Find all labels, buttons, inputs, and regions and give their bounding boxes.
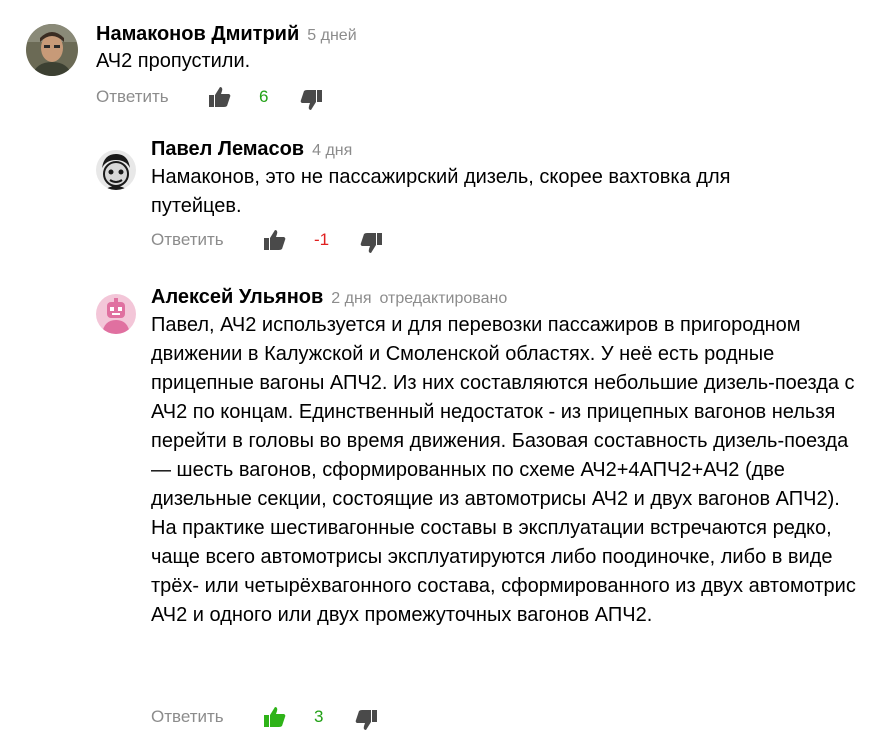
- comment-time[interactable]: 2 дня: [331, 290, 371, 307]
- comment: Намаконов Дмитрий 5 дней АЧ2 пропустили. …: [0, 0, 889, 120]
- dislike-button[interactable]: [299, 88, 323, 112]
- robot-avatar-icon: [96, 294, 136, 334]
- user-photo-icon: [26, 24, 78, 76]
- avatar[interactable]: [96, 150, 136, 190]
- thumbs-down-icon: [360, 233, 382, 253]
- author-name[interactable]: Намаконов Дмитрий: [96, 23, 299, 45]
- cartoon-face-icon: [96, 150, 136, 190]
- comment-header: Алексей Ульянов 2 дня отредактировано: [151, 286, 507, 310]
- reply-button[interactable]: Ответить: [151, 230, 224, 250]
- dislike-button[interactable]: [354, 708, 378, 732]
- vote-score: 6: [259, 87, 269, 106]
- dislike-button[interactable]: [359, 231, 383, 255]
- edited-label: отредактировано: [379, 290, 508, 307]
- comment-text: Намаконов, это не пассажирский дизель, с…: [151, 166, 731, 217]
- comment-actions: Ответить 6: [96, 85, 396, 111]
- thumbs-up-icon: [264, 230, 286, 250]
- thumbs-down-icon: [300, 90, 322, 110]
- vote-score: -1: [314, 230, 330, 249]
- comment-time[interactable]: 4 дня: [312, 142, 352, 159]
- comment-time[interactable]: 5 дней: [307, 27, 356, 44]
- vote-score: 3: [314, 707, 324, 726]
- comment-header: Намаконов Дмитрий 5 дней: [96, 23, 357, 47]
- comment: Павел Лемасов 4 дня Намаконов, это не пас…: [0, 130, 889, 260]
- comment-text: Павел, АЧ2 используется и для перевозки …: [151, 314, 856, 626]
- comment: Алексей Ульянов 2 дня отредактировано Паве…: [0, 275, 889, 745]
- reply-button[interactable]: Ответить: [151, 707, 224, 727]
- comment-actions: Ответить -1: [151, 228, 451, 254]
- like-button[interactable]: [263, 705, 287, 729]
- comment-header: Павел Лемасов 4 дня: [151, 138, 352, 162]
- thumbs-down-icon: [355, 710, 377, 730]
- author-name[interactable]: Павел Лемасов: [151, 138, 304, 160]
- comment-text: АЧ2 пропустили.: [96, 50, 251, 72]
- thumbs-up-icon: [264, 707, 286, 727]
- avatar[interactable]: [26, 24, 78, 76]
- comment-actions: Ответить 3: [151, 705, 451, 731]
- avatar[interactable]: [96, 294, 136, 334]
- thumbs-up-icon: [209, 87, 231, 107]
- like-button[interactable]: [263, 228, 287, 252]
- author-name[interactable]: Алексей Ульянов: [151, 286, 323, 308]
- reply-button[interactable]: Ответить: [96, 87, 169, 107]
- like-button[interactable]: [208, 85, 232, 109]
